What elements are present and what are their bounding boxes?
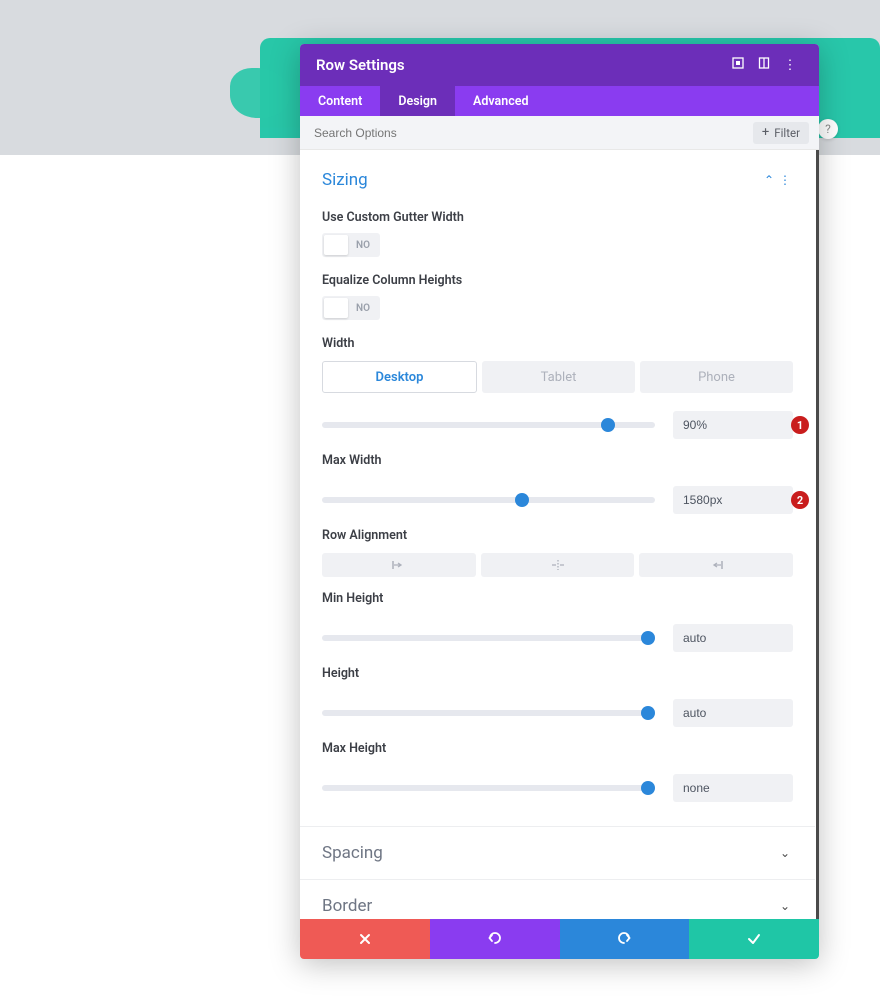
align-left-icon — [392, 560, 406, 570]
modal-tabs: Content Design Advanced — [300, 86, 819, 116]
gutter-width-toggle[interactable]: NO — [322, 233, 380, 257]
plus-icon: + — [762, 126, 769, 139]
undo-icon — [488, 932, 502, 946]
close-icon — [359, 933, 371, 945]
toggle-knob — [324, 298, 348, 318]
align-center-icon — [551, 560, 565, 570]
annotation-badge-1: 1 — [791, 416, 809, 434]
min-height-label: Min Height — [322, 591, 793, 606]
device-tab-phone[interactable]: Phone — [640, 361, 793, 393]
section-header-spacing[interactable]: Spacing ⌄ — [322, 837, 793, 869]
max-width-label: Max Width — [322, 453, 793, 468]
section-sizing: Sizing ⌃ ⋮ Use Custom Gutter Width NO Eq… — [300, 150, 815, 827]
tab-advanced[interactable]: Advanced — [455, 86, 547, 116]
undo-button[interactable] — [430, 919, 560, 959]
responsive-preview-icon[interactable] — [751, 57, 777, 73]
help-icon[interactable]: ? — [818, 119, 838, 139]
tab-content[interactable]: Content — [300, 86, 380, 116]
expand-icon[interactable] — [725, 57, 751, 73]
min-height-input[interactable] — [673, 624, 793, 652]
check-icon — [747, 932, 761, 946]
height-slider[interactable] — [322, 710, 655, 716]
section-border: Border ⌄ — [300, 880, 815, 919]
chevron-down-icon: ⌄ — [777, 899, 793, 913]
max-width-input[interactable] — [673, 486, 793, 514]
device-tabs: Desktop Tablet Phone — [322, 361, 793, 393]
align-right-button[interactable] — [639, 553, 793, 577]
width-slider-row: 1 — [322, 411, 793, 439]
min-height-slider[interactable] — [322, 635, 655, 641]
width-slider[interactable] — [322, 422, 655, 428]
section-header-border[interactable]: Border ⌄ — [322, 890, 793, 919]
search-bar: + Filter — [300, 116, 819, 150]
width-input[interactable] — [673, 411, 793, 439]
row-alignment-buttons — [322, 553, 793, 577]
cancel-button[interactable] — [300, 919, 430, 959]
device-tab-desktop[interactable]: Desktop — [322, 361, 477, 393]
kebab-menu-icon[interactable]: ⋮ — [777, 173, 793, 187]
tab-design[interactable]: Design — [380, 86, 455, 116]
redo-icon — [617, 932, 631, 946]
align-center-button[interactable] — [481, 553, 635, 577]
height-slider-row — [322, 699, 793, 727]
filter-label: Filter — [774, 126, 800, 140]
row-alignment-label: Row Alignment — [322, 528, 793, 543]
gutter-width-label: Use Custom Gutter Width — [322, 210, 793, 225]
filter-button[interactable]: + Filter — [753, 122, 809, 144]
height-input[interactable] — [673, 699, 793, 727]
max-height-slider-row — [322, 774, 793, 802]
chevron-up-icon: ⌃ — [761, 173, 777, 187]
min-height-slider-row — [322, 624, 793, 652]
equalize-heights-label: Equalize Column Heights — [322, 273, 793, 288]
max-height-input[interactable] — [673, 774, 793, 802]
toggle-knob — [324, 235, 348, 255]
modal-header: Row Settings ⋮ — [300, 44, 819, 86]
max-height-slider[interactable] — [322, 785, 655, 791]
settings-scroll[interactable]: Sizing ⌃ ⋮ Use Custom Gutter Width NO Eq… — [300, 150, 819, 919]
chevron-down-icon: ⌄ — [777, 846, 793, 860]
equalize-heights-toggle[interactable]: NO — [322, 296, 380, 320]
align-left-button[interactable] — [322, 553, 476, 577]
max-width-slider-row: 2 — [322, 486, 793, 514]
redo-button[interactable] — [560, 919, 690, 959]
search-input[interactable] — [314, 126, 753, 140]
height-label: Height — [322, 666, 793, 681]
modal-footer — [300, 919, 819, 959]
max-width-slider[interactable] — [322, 497, 655, 503]
width-label: Width — [322, 336, 793, 351]
annotation-badge-2: 2 — [791, 491, 809, 509]
device-tab-tablet[interactable]: Tablet — [482, 361, 635, 393]
row-settings-modal: Row Settings ⋮ Content Design Advanced +… — [300, 44, 819, 959]
kebab-menu-icon[interactable]: ⋮ — [777, 58, 803, 73]
save-button[interactable] — [689, 919, 819, 959]
section-header-sizing[interactable]: Sizing ⌃ ⋮ — [322, 164, 793, 196]
align-right-icon — [709, 560, 723, 570]
section-spacing: Spacing ⌄ — [300, 827, 815, 880]
max-height-label: Max Height — [322, 741, 793, 756]
modal-title: Row Settings — [316, 56, 725, 74]
